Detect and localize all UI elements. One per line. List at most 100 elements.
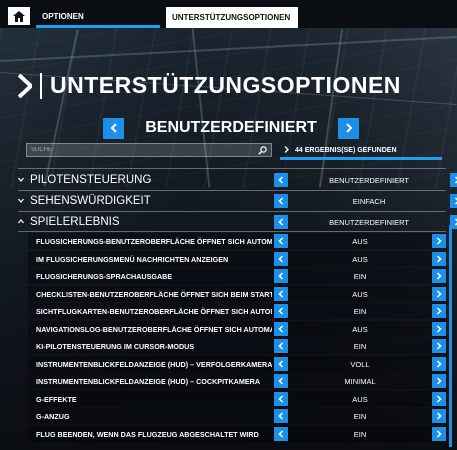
home-icon — [13, 10, 25, 22]
chevron-left-icon — [278, 412, 284, 420]
value-prev-button[interactable] — [274, 287, 288, 301]
option-row[interactable]: INSTRUMENTENBLICKFELDANZEIGE (HUD) – VER… — [28, 356, 446, 372]
chevron-right-icon — [436, 290, 442, 298]
option-row[interactable]: NAVIGATIONSLOG-BENUTZEROBERFLÄCHE ÖFFNET… — [28, 321, 446, 337]
category-row-spielerlebnis[interactable]: SPIELERLEBNIS BENUTZERDEFINIERT — [18, 213, 457, 231]
option-row[interactable]: KI-PILOTENSTEUERUNG IM CURSOR-MODUS EIN — [28, 338, 446, 354]
option-value: EIN — [353, 306, 367, 316]
value-next-button[interactable] — [432, 322, 446, 336]
value-next-button[interactable] — [432, 252, 446, 266]
value-next-button[interactable] — [432, 374, 446, 388]
value-prev-button[interactable] — [274, 409, 288, 423]
value-next-button[interactable] — [432, 234, 446, 248]
option-name: FLUGSICHERUNGS-BENUTZEROBERFLÄCHE ÖFFNET… — [36, 236, 272, 246]
option-row[interactable]: G-EFFEKTE AUS — [28, 391, 446, 407]
tab-unterstuetzungsoptionen[interactable]: UNTERSTÜTZUNGSOPTIONEN — [166, 7, 298, 28]
option-row[interactable]: FLUGSICHERUNGS-BENUTZEROBERFLÄCHE ÖFFNET… — [28, 233, 446, 249]
chevron-right-icon — [18, 73, 32, 98]
chevron-left-icon — [278, 176, 284, 184]
value-next-button[interactable] — [432, 357, 446, 371]
value-prev-button[interactable] — [274, 374, 288, 388]
value-prev-button[interactable] — [274, 194, 288, 208]
option-value-selector: EIN — [274, 269, 446, 283]
chevron-right-icon — [436, 395, 442, 403]
chevron-right-icon — [436, 377, 442, 385]
option-value-selector: EIN — [274, 304, 446, 318]
category-row-sehenswuerdigkeit[interactable]: SEHENSWÜRDIGKEIT EINFACH — [18, 192, 457, 210]
value-next-button[interactable] — [432, 339, 446, 353]
category-value-selector: BENUTZERDEFINIERT — [274, 215, 457, 229]
option-value: EIN — [353, 271, 367, 281]
value-next-button[interactable] — [432, 392, 446, 406]
home-button[interactable] — [8, 7, 30, 25]
preset-prev-button[interactable] — [103, 117, 124, 139]
value-next-button[interactable] — [432, 427, 446, 441]
value-prev-button[interactable] — [274, 269, 288, 283]
value-next-button[interactable] — [432, 409, 446, 423]
option-value-selector: EIN — [274, 339, 446, 353]
option-row[interactable]: FLUGSICHERUNGS-SPRACHAUSGABE EIN — [28, 268, 446, 284]
chevron-left-icon — [278, 197, 284, 205]
results-underline — [280, 157, 442, 160]
value-prev-button[interactable] — [274, 304, 288, 318]
chevron-right-icon — [345, 123, 352, 133]
option-name: FLUGSICHERUNGS-SPRACHAUSGABE — [36, 271, 173, 281]
value-prev-button[interactable] — [274, 339, 288, 353]
option-row[interactable]: FLUG BEENDEN, WENN DAS FLUGZEUG ABGESCHA… — [28, 426, 446, 442]
section-divider — [18, 211, 446, 212]
value-next-button[interactable] — [432, 287, 446, 301]
section-divider — [18, 231, 446, 232]
value-prev-button[interactable] — [274, 357, 288, 371]
option-value: AUS — [352, 324, 368, 334]
value-next-button[interactable] — [432, 269, 446, 283]
chevron-left-icon — [278, 360, 284, 368]
option-value-selector: AUS — [274, 234, 446, 248]
option-value-selector: EIN — [274, 427, 446, 441]
chevron-right-icon — [436, 342, 442, 350]
tab-optionen-label: OPTIONEN — [42, 11, 84, 21]
value-prev-button[interactable] — [274, 173, 288, 187]
preset-label: BENUTZERDEFINIERT — [145, 119, 317, 136]
chevron-right-icon — [436, 307, 442, 315]
chevron-left-icon — [278, 237, 284, 245]
chevron-left-icon — [110, 123, 117, 133]
option-row[interactable]: INSTRUMENTENBLICKFELDANZEIGE (HUD) – COC… — [28, 373, 446, 389]
chevron-down-icon — [18, 198, 24, 205]
value-prev-button[interactable] — [274, 427, 288, 441]
option-value: AUS — [352, 289, 368, 299]
option-value-selector: AUS — [274, 287, 446, 301]
option-value: AUS — [352, 394, 368, 404]
chevron-left-icon — [278, 395, 284, 403]
value-prev-button[interactable] — [274, 215, 288, 229]
top-nav-bar: OPTIONEN UNTERSTÜTZUNGSOPTIONEN — [0, 0, 457, 28]
tab-optionen[interactable]: OPTIONEN — [36, 7, 160, 28]
option-name: CHECKLISTEN-BENUTZEROBERFLÄCHE ÖFFNET SI… — [36, 289, 272, 299]
preset-next-button[interactable] — [338, 117, 359, 139]
value-prev-button[interactable] — [274, 322, 288, 336]
category-row-pilotensteuerung[interactable]: PILOTENSTEUERUNG BENUTZERDEFINIERT — [18, 171, 457, 189]
value-next-button[interactable] — [432, 304, 446, 318]
chevron-left-icon — [278, 342, 284, 350]
value-prev-button[interactable] — [274, 392, 288, 406]
option-row[interactable]: G-ANZUG EIN — [28, 408, 446, 424]
search-icon[interactable] — [258, 145, 267, 155]
option-value-selector: AUS — [274, 252, 446, 266]
section-divider — [18, 190, 446, 191]
option-row[interactable]: SICHTFLUGKARTEN-BENUTZEROBERFLÄCHE ÖFFNE… — [28, 303, 446, 319]
category-label: SEHENSWÜRDIGKEIT — [30, 195, 151, 207]
hangar-background — [0, 28, 457, 188]
scrollbar[interactable] — [449, 225, 452, 447]
option-name: IM FLUGSICHERUNGSMENÜ NACHRICHTEN ANZEIG… — [36, 254, 229, 264]
option-row[interactable]: CHECKLISTEN-BENUTZEROBERFLÄCHE ÖFFNET SI… — [28, 286, 446, 302]
value-next-button[interactable] — [450, 194, 457, 208]
value-next-button[interactable] — [450, 173, 457, 187]
scrollbar-thumb[interactable] — [449, 225, 452, 447]
option-name: INSTRUMENTENBLICKFELDANZEIGE (HUD) – VER… — [36, 359, 272, 369]
option-row[interactable]: IM FLUGSICHERUNGSMENÜ NACHRICHTEN ANZEIG… — [28, 251, 446, 267]
search-input[interactable] — [31, 147, 258, 153]
option-value-selector: AUS — [274, 322, 446, 336]
value-prev-button[interactable] — [274, 234, 288, 248]
option-value: MINIMAL — [344, 376, 376, 386]
value-prev-button[interactable] — [274, 252, 288, 266]
option-value: EIN — [353, 429, 367, 439]
